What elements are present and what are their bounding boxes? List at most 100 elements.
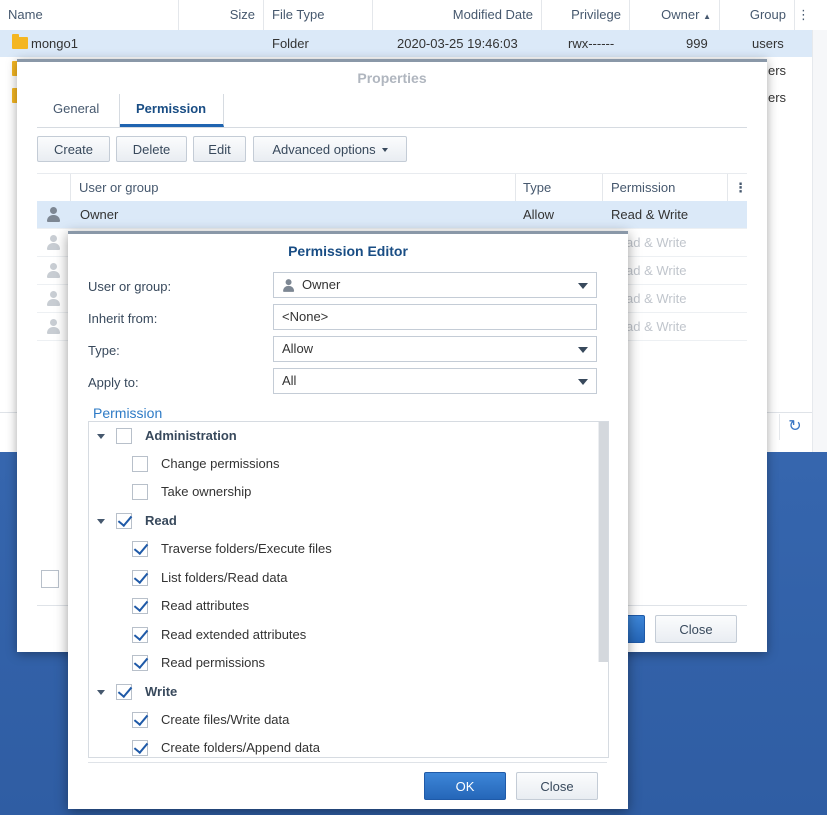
column-privilege[interactable]: Privilege (542, 0, 630, 30)
column-file-type[interactable]: File Type (264, 0, 373, 30)
inherit-from-field: <None> (273, 304, 597, 330)
column-group[interactable]: Group (720, 0, 795, 30)
checkbox-list-folders[interactable] (132, 570, 148, 586)
permission-editor-title: Permission Editor (288, 243, 408, 259)
chevron-down-icon (578, 283, 588, 289)
close-button[interactable]: Close (516, 772, 598, 800)
user-icon (46, 235, 62, 250)
checkbox-create-folders[interactable] (132, 740, 148, 756)
tree-item-change-permissions[interactable]: Change permissions (89, 450, 599, 478)
file-list-header: Name Size File Type Modified Date Privil… (0, 0, 827, 31)
user-icon (46, 207, 62, 222)
edit-button[interactable]: Edit (193, 136, 246, 162)
tree-group-read[interactable]: Read (89, 507, 599, 535)
expand-triangle-icon[interactable] (97, 434, 105, 439)
column-owner-label: Owner (661, 7, 700, 22)
checkbox-take-ownership[interactable] (132, 484, 148, 500)
apply-to-select[interactable]: All (273, 368, 597, 394)
column-menu-icon[interactable]: ⋮ (795, 0, 812, 30)
tree-label: Read attributes (161, 598, 250, 613)
delete-button[interactable]: Delete (116, 136, 187, 162)
file-modified: 2020-03-25 19:46:03 (397, 36, 518, 51)
tree-label: Change permissions (161, 456, 280, 471)
chevron-down-icon (578, 347, 588, 353)
type-value: Allow (282, 341, 314, 356)
header-permission[interactable]: Permission (611, 174, 675, 201)
user-or-group-select[interactable]: Owner (273, 272, 597, 298)
type-select[interactable]: Allow (273, 336, 597, 362)
tree-group-administration[interactable]: Administration (89, 422, 599, 450)
inherit-from-label: Inherit from: (88, 311, 158, 326)
properties-title: Properties (357, 70, 427, 86)
user-icon (46, 319, 62, 334)
tree-item-take-ownership[interactable]: Take ownership (89, 478, 599, 506)
permission-row[interactable]: Owner Allow Read & Write (37, 201, 747, 229)
permission-value: ad & Write (626, 319, 687, 334)
tree-item-create-files[interactable]: Create files/Write data (89, 706, 599, 734)
permission-value: ad & Write (626, 263, 687, 278)
permission-value: ad & Write (626, 291, 687, 306)
checkbox-read-attributes[interactable] (132, 598, 148, 614)
tree-label: Read permissions (161, 655, 266, 670)
tree-item-read-extended-attributes[interactable]: Read extended attributes (89, 621, 599, 649)
column-size[interactable]: Size (179, 0, 264, 30)
file-group: ers (768, 90, 787, 105)
user-icon (282, 279, 296, 292)
tree-label: Create files/Write data (161, 712, 290, 727)
permission-tree-scrollbar[interactable] (598, 422, 608, 662)
apply-to-subfolders-checkbox[interactable] (41, 570, 59, 588)
table-menu-icon[interactable]: ⋮ (734, 174, 747, 201)
user-or-group-label: User or group: (88, 279, 172, 294)
tree-item-read-attributes[interactable]: Read attributes (89, 592, 599, 620)
tree-label: Create folders/Append data (161, 740, 320, 755)
tree-group-write[interactable]: Write (89, 678, 599, 706)
tree-label: Read (145, 513, 177, 528)
checkbox-read-extended-attributes[interactable] (132, 627, 148, 643)
file-row[interactable]: mongo1 Folder 2020-03-25 19:46:03 rwx---… (0, 30, 812, 57)
checkbox-traverse-folders[interactable] (132, 541, 148, 557)
permission-tree: Administration Change permissions Take o… (88, 421, 609, 758)
checkbox-read-permissions[interactable] (132, 655, 148, 671)
header-type[interactable]: Type (523, 174, 551, 201)
tree-item-create-folders[interactable]: Create folders/Append data (89, 734, 599, 757)
column-file-type-label: File Type (272, 7, 325, 22)
permission-value: Read & Write (611, 207, 689, 222)
user-or-group-value: Owner (302, 277, 341, 292)
checkbox-create-files[interactable] (132, 712, 148, 728)
advanced-options-label: Advanced options (272, 142, 376, 157)
tab-permission[interactable]: Permission (120, 94, 224, 127)
tree-item-list-folders[interactable]: List folders/Read data (89, 564, 599, 592)
column-name[interactable]: Name (0, 0, 179, 30)
inherit-from-value: <None> (282, 309, 329, 324)
tree-label: Take ownership (161, 484, 252, 499)
column-modified-label: Modified Date (452, 7, 533, 22)
permission-type: Allow (523, 207, 555, 222)
expand-triangle-icon[interactable] (97, 690, 105, 695)
permission-table-header: User or group Type Permission ⋮ (37, 173, 747, 202)
checkbox-write[interactable] (116, 684, 132, 700)
refresh-icon[interactable]: ↻ (779, 414, 810, 440)
column-owner[interactable]: Owner ▲ (630, 0, 720, 30)
checkbox-administration[interactable] (116, 428, 132, 444)
column-modified-date[interactable]: Modified Date (373, 0, 542, 30)
user-icon (46, 291, 62, 306)
type-label: Type: (88, 343, 120, 358)
tree-label: List folders/Read data (161, 570, 288, 585)
tab-general[interactable]: General (37, 94, 120, 127)
tree-item-traverse-folders[interactable]: Traverse folders/Execute files (89, 535, 599, 563)
ok-button[interactable]: OK (424, 772, 506, 800)
editor-footer-divider (88, 762, 607, 763)
permission-section-title: Permission (93, 405, 163, 421)
advanced-options-button[interactable]: Advanced options (253, 136, 407, 162)
tree-label: Administration (145, 428, 237, 443)
permission-user: Owner (80, 207, 119, 222)
checkbox-read[interactable] (116, 513, 132, 529)
close-button[interactable]: Close (655, 615, 737, 643)
create-button[interactable]: Create (37, 136, 110, 162)
expand-triangle-icon[interactable] (97, 519, 105, 524)
tree-item-read-permissions[interactable]: Read permissions (89, 649, 599, 677)
file-privilege: rwx------ (568, 36, 615, 51)
header-user-or-group[interactable]: User or group (79, 174, 158, 201)
checkbox-change-permissions[interactable] (132, 456, 148, 472)
file-list-scrollbar[interactable] (812, 30, 827, 452)
